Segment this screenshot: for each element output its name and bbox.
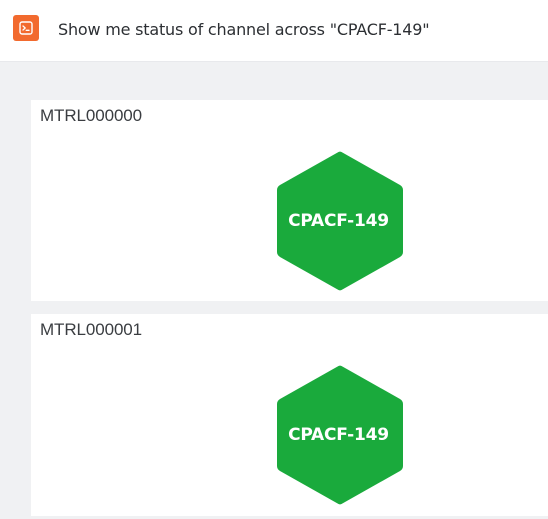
topology-panel: MTRL000001 CPACF-149 — [31, 314, 548, 516]
query-bar: Show me status of channel across "CPACF-… — [0, 0, 548, 62]
node-label: CPACF-149 — [288, 211, 389, 231]
channel-node[interactable]: CPACF-149 — [270, 148, 407, 294]
channel-node[interactable]: CPACF-149 — [270, 362, 407, 508]
toolbar-strip — [0, 62, 548, 100]
terminal-prompt-icon — [13, 15, 39, 41]
query-text: Show me status of channel across "CPACF-… — [58, 20, 430, 39]
node-label: CPACF-149 — [288, 425, 389, 445]
panel-title: MTRL000000 — [40, 106, 143, 125]
topology-panel: MTRL000000 CPACF-149 — [31, 100, 548, 301]
panel-title: MTRL000001 — [40, 320, 143, 339]
